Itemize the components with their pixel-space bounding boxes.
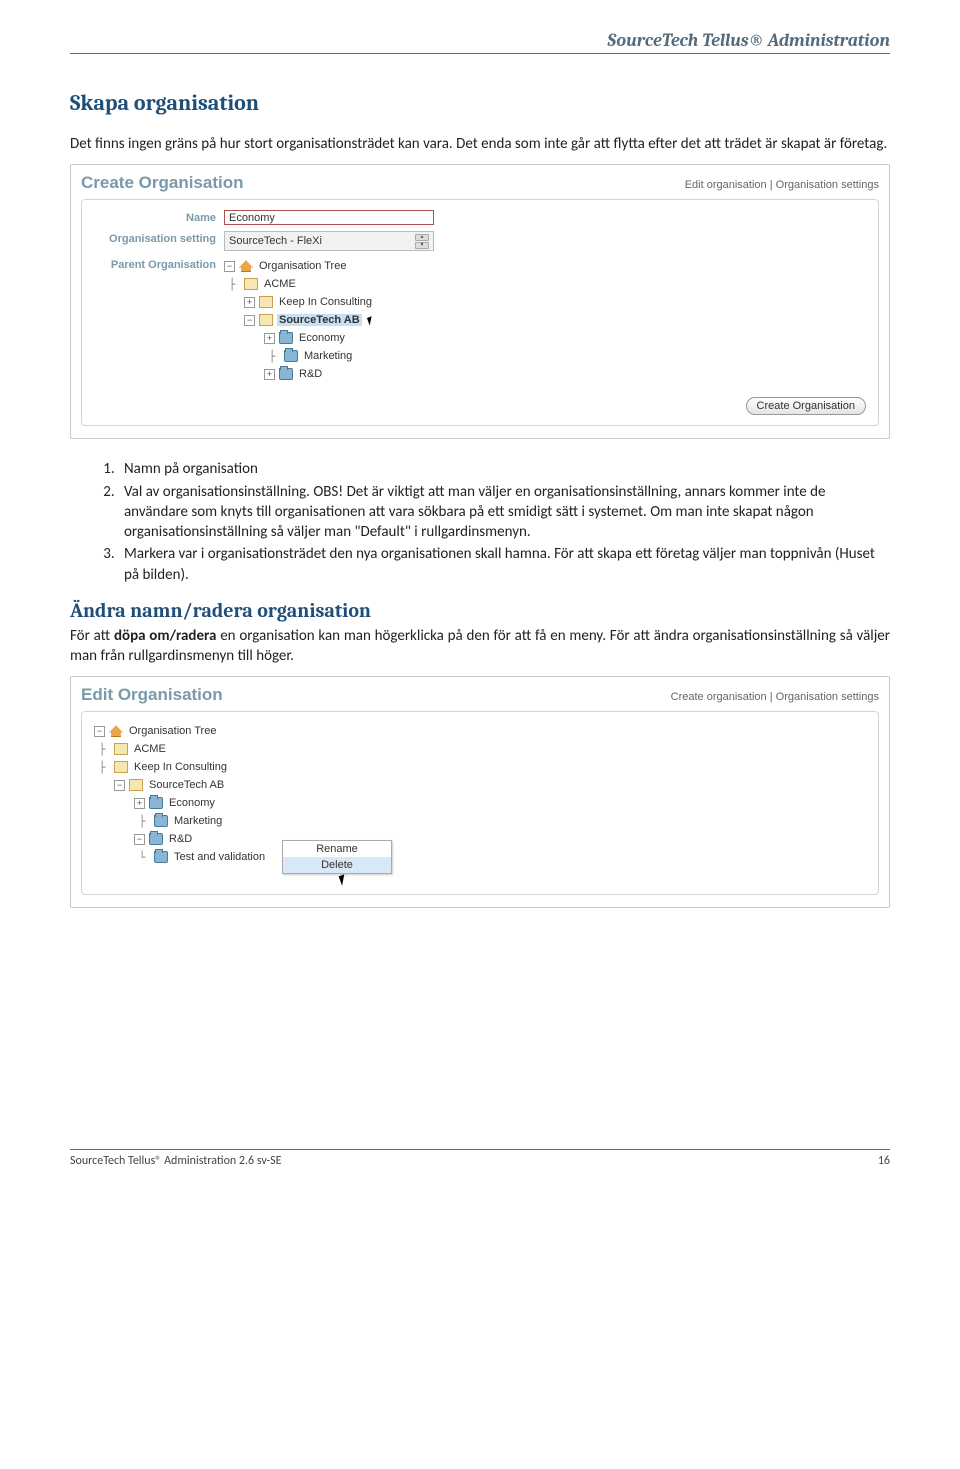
org-icon	[244, 278, 258, 290]
collapse-icon[interactable]: −	[224, 261, 235, 272]
intro-paragraph: Det finns ingen gräns på hur stort organ…	[70, 134, 890, 154]
expand-icon[interactable]: +	[264, 369, 275, 380]
org-setting-value: SourceTech - FleXi	[229, 235, 322, 247]
home-icon	[109, 725, 123, 737]
expand-icon[interactable]: +	[244, 297, 255, 308]
tree-node-economy[interactable]: Economy	[167, 797, 217, 809]
spinner-up-icon[interactable]: ▲	[415, 234, 429, 241]
header-rule	[70, 53, 890, 54]
tree-node-acme[interactable]: ACME	[132, 743, 168, 755]
context-menu: Rename Delete	[282, 840, 392, 874]
cursor-icon	[367, 315, 379, 326]
create-organisation-button[interactable]: Create Organisation	[746, 397, 866, 415]
footer-left: SourceTech Tellus® Administration 2.6 sv…	[70, 1154, 282, 1168]
link-edit-org[interactable]: Edit organisation	[685, 179, 767, 191]
tree-node-test[interactable]: Test and validation	[172, 851, 267, 863]
screenshot-create-org: Create Organisation Edit organisation | …	[70, 164, 890, 439]
collapse-icon[interactable]: −	[134, 834, 145, 845]
expand-icon[interactable]: +	[264, 333, 275, 344]
home-icon	[239, 260, 253, 272]
org-tree: −Organisation Tree ├ACME +Keep In Consul…	[224, 257, 378, 383]
tree-root[interactable]: Organisation Tree	[257, 260, 348, 272]
org-tree-edit: −Organisation Tree ├ACME ├Keep In Consul…	[94, 722, 866, 866]
screenshot-edit-org: Edit Organisation Create organisation | …	[70, 676, 890, 908]
label-parent-org: Parent Organisation	[94, 257, 224, 271]
tree-node-marketing[interactable]: Marketing	[302, 350, 354, 362]
collapse-icon[interactable]: −	[94, 726, 105, 737]
org-icon	[114, 743, 128, 755]
doc-header-title: SourceTech Tellus® Administration	[70, 30, 890, 51]
folder-icon	[279, 332, 293, 344]
menu-rename[interactable]: Rename	[283, 841, 391, 857]
step-2: Val av organisationsinställning. OBS! De…	[118, 482, 890, 543]
step-3: Markera var i organisationsträdet den ny…	[118, 544, 890, 585]
expand-icon[interactable]: +	[134, 798, 145, 809]
link-create-org[interactable]: Create organisation	[671, 691, 767, 703]
folder-icon	[154, 851, 168, 863]
tree-node-sourcetech[interactable]: SourceTech AB	[147, 779, 226, 791]
tree-node-keepin[interactable]: Keep In Consulting	[132, 761, 229, 773]
org-icon	[259, 296, 273, 308]
section-heading-edit: Ändra namn/radera organisation	[70, 599, 890, 622]
tree-node-economy[interactable]: Economy	[297, 332, 347, 344]
steps-list: Namn på organisation Val av organisation…	[118, 459, 890, 585]
folder-icon	[154, 815, 168, 827]
tree-node-rd[interactable]: R&D	[297, 368, 324, 380]
menu-delete[interactable]: Delete	[283, 857, 391, 873]
tree-node-keepin[interactable]: Keep In Consulting	[277, 296, 374, 308]
folder-icon	[149, 833, 163, 845]
collapse-icon[interactable]: −	[114, 780, 125, 791]
tree-node-sourcetech[interactable]: SourceTech AB	[277, 314, 362, 326]
spinner-down-icon[interactable]: ▼	[415, 242, 429, 249]
window-title: Create Organisation	[81, 173, 244, 193]
tree-node-marketing[interactable]: Marketing	[172, 815, 224, 827]
folder-icon	[149, 797, 163, 809]
label-name: Name	[94, 210, 224, 224]
tree-node-rd[interactable]: R&D	[167, 833, 194, 845]
step-1: Namn på organisation	[118, 459, 890, 479]
folder-icon	[284, 350, 298, 362]
org-setting-select[interactable]: SourceTech - FleXi ▲ ▼	[224, 231, 434, 251]
tree-node-acme[interactable]: ACME	[262, 278, 298, 290]
tree-root[interactable]: Organisation Tree	[127, 725, 218, 737]
label-org-setting: Organisation setting	[94, 231, 224, 245]
name-field[interactable]	[224, 210, 434, 225]
section-heading-create: Skapa organisation	[70, 90, 890, 116]
folder-icon	[279, 368, 293, 380]
link-org-settings[interactable]: Organisation settings	[776, 179, 879, 191]
org-icon	[259, 314, 273, 326]
org-icon	[114, 761, 128, 773]
link-org-settings[interactable]: Organisation settings	[776, 691, 879, 703]
collapse-icon[interactable]: −	[244, 315, 255, 326]
page-number: 16	[878, 1154, 890, 1168]
cursor-icon	[339, 872, 354, 886]
org-icon	[129, 779, 143, 791]
window-title: Edit Organisation	[81, 685, 223, 705]
edit-paragraph: För att döpa om/radera en organisation k…	[70, 626, 890, 667]
